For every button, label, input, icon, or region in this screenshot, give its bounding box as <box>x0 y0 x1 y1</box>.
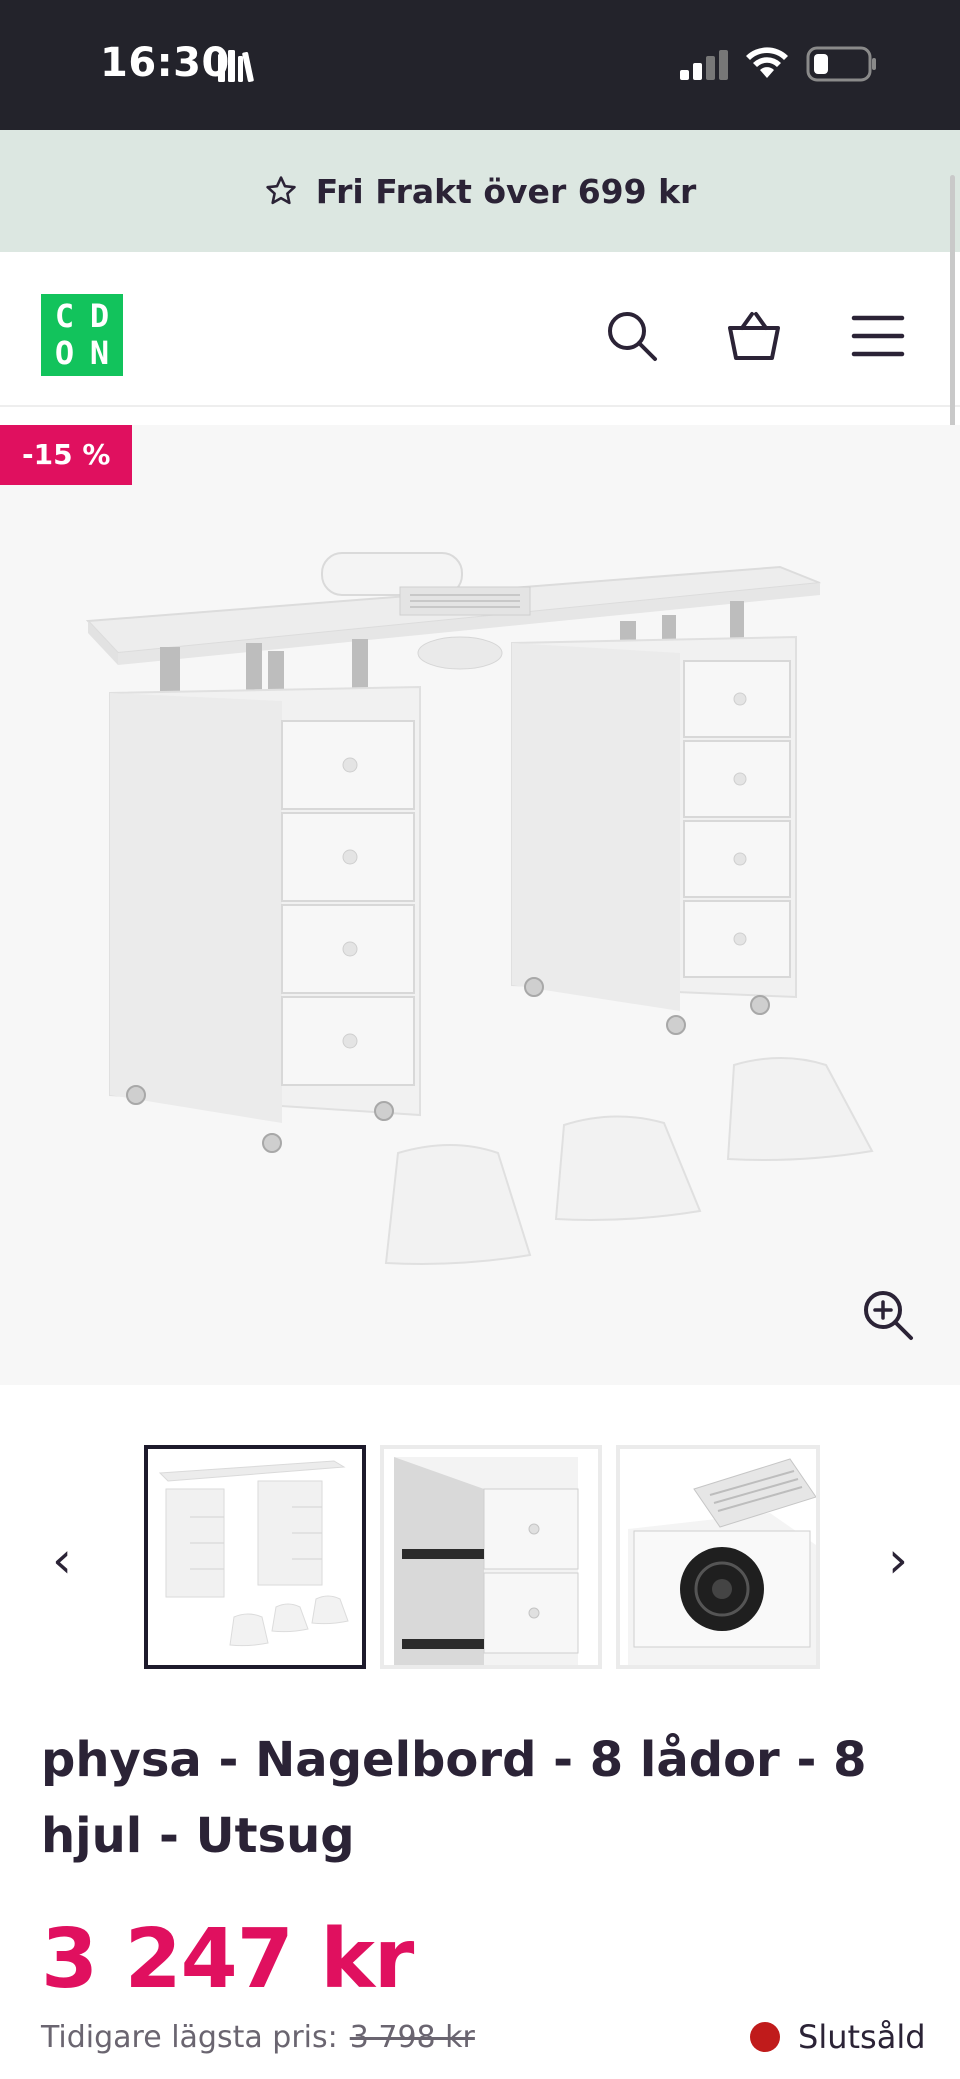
thumbnail-table[interactable] <box>144 1445 366 1669</box>
status-time: 16:30 <box>100 40 230 86</box>
thumbnail-drawers-image <box>384 1449 598 1665</box>
battery-icon <box>806 46 876 82</box>
wifi-icon <box>746 47 788 78</box>
basket-icon[interactable] <box>726 308 782 364</box>
stock-status-text: Slutsåld <box>798 2018 926 2056</box>
product-title: physa - Nagelbord - 8 lådor - 8 hjul - U… <box>41 1732 867 1864</box>
previous-lowest-price: Tidigare lägsta pris: 3 798 kr <box>41 2020 475 2055</box>
zoom-in-icon[interactable] <box>860 1287 916 1343</box>
logo-letter: N <box>89 334 110 372</box>
sold-out-dot-icon <box>750 2022 780 2052</box>
cdon-logo[interactable]: C D O N <box>41 294 123 376</box>
free-shipping-banner: Fri Frakt över 699 kr <box>0 130 960 252</box>
library-icon <box>218 50 254 83</box>
discount-badge: -15 % <box>0 425 133 485</box>
previous-price-label: Tidigare lägsta pris: <box>41 2020 338 2055</box>
promo-text: Fri Frakt över 699 kr <box>315 171 697 211</box>
chevron-left-icon[interactable]: ‹ <box>42 1530 82 1590</box>
site-header: C D O N <box>0 252 960 407</box>
thumbnail-fan[interactable] <box>616 1445 820 1669</box>
logo-letter: C <box>54 297 75 335</box>
product-main-image[interactable]: -15 % <box>0 425 960 1385</box>
search-icon[interactable] <box>604 308 660 364</box>
cellular-signal-icon <box>680 50 728 80</box>
thumbnail-gallery: ‹ › <box>0 1445 960 1675</box>
thumbnail-table-image <box>148 1449 362 1665</box>
product-price: 3 247 kr <box>41 1912 414 2007</box>
star-outline-icon <box>265 176 296 205</box>
logo-letter: O <box>54 334 75 372</box>
status-bar: 16:30 <box>0 0 960 130</box>
nail-table-illustration <box>85 552 874 1265</box>
stock-status: Slutsåld <box>750 2018 926 2056</box>
chevron-right-icon[interactable]: › <box>878 1530 918 1590</box>
thumbnail-drawers[interactable] <box>380 1445 602 1669</box>
thumbnail-fan-image <box>620 1449 816 1665</box>
previous-price-value: 3 798 kr <box>349 2020 475 2055</box>
logo-letter: D <box>89 297 110 335</box>
menu-icon[interactable] <box>850 308 906 364</box>
